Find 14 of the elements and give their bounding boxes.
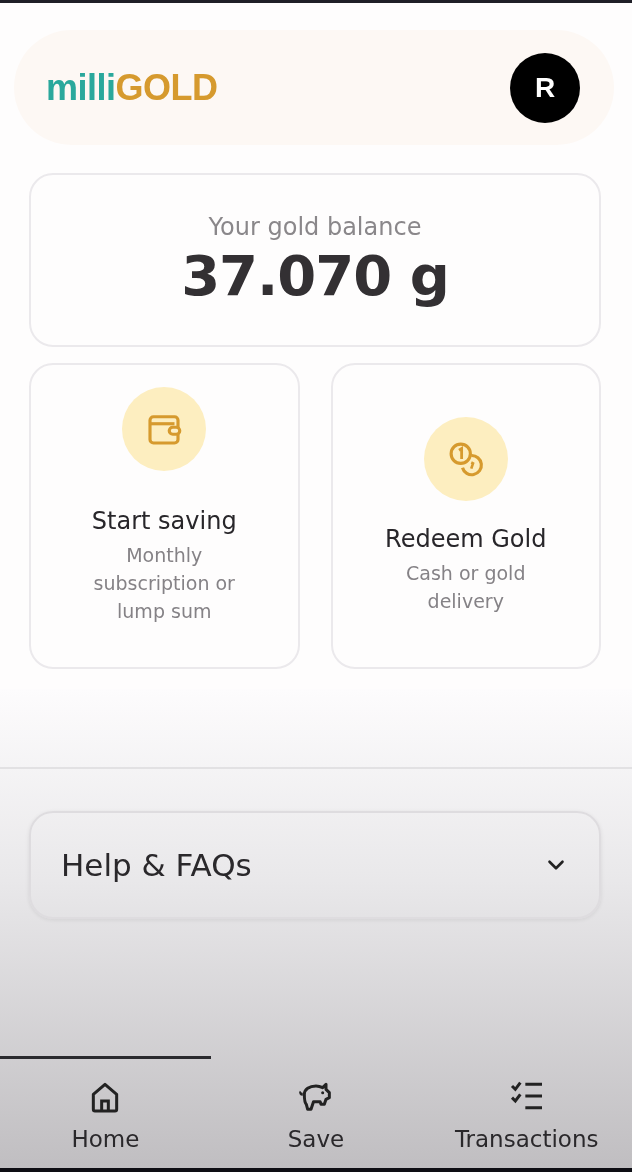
action-card[interactable]: Redeem Gold Cash or gold delivery <box>330 363 601 669</box>
action-subtitle: Cash or gold delivery <box>405 561 527 614</box>
logo: milliGOLD <box>46 66 218 109</box>
help-accordion[interactable]: Help & FAQs <box>29 811 601 919</box>
nav-tab[interactable]: Transactions <box>421 1056 632 1168</box>
action-title: Redeem Gold <box>385 525 547 553</box>
balance-label: Your gold balance <box>208 212 422 241</box>
action-card[interactable]: Start saving Monthly subscription or lump sum <box>29 363 300 669</box>
action-title: Start saving <box>91 507 237 535</box>
action-subtitle: Monthly subscription or lump sum <box>92 543 236 624</box>
balance-value: 37.070 g <box>181 242 449 308</box>
help-title: Help & FAQs <box>61 847 252 883</box>
avatar-button[interactable]: R <box>510 52 580 123</box>
nav-tab[interactable]: Save <box>210 1056 422 1168</box>
